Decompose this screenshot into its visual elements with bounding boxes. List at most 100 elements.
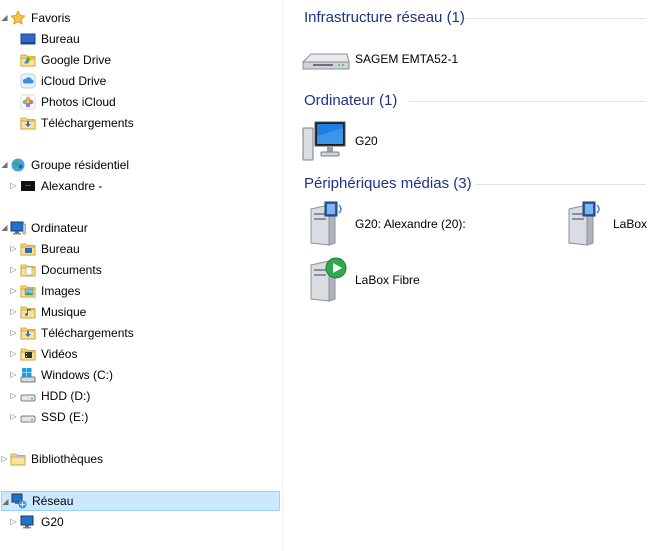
- nav-item-label: Google Drive: [41, 53, 112, 67]
- nav-favoris-google-drive[interactable]: Google Drive: [0, 50, 282, 70]
- collapsed-arrow-icon[interactable]: ▷: [9, 512, 18, 532]
- nav-reseau[interactable]: ◢ Réseau: [1, 491, 280, 511]
- nav-ordinateur-bureau[interactable]: ▷ Bureau: [0, 239, 282, 259]
- expanded-arrow-icon[interactable]: ◢: [0, 218, 9, 238]
- nav-ordinateur-label: Ordinateur: [31, 221, 88, 235]
- collapsed-arrow-icon[interactable]: ▷: [9, 365, 18, 385]
- downloads-folder-icon: [20, 325, 36, 341]
- computer-icon: [20, 515, 34, 529]
- nav-item-label: Musique: [41, 305, 87, 319]
- nav-item-label: Bureau: [41, 32, 80, 46]
- nav-item-label: Téléchargements: [41, 116, 134, 130]
- item-label: G20: [355, 134, 378, 148]
- nav-ordinateur-telechargements[interactable]: ▷ Téléchargements: [0, 323, 282, 343]
- network-item-g20[interactable]: G20: [301, 116, 501, 166]
- media-server-icon: [559, 201, 600, 249]
- nav-item-label: Photos iCloud: [41, 95, 116, 109]
- network-item-sagem[interactable]: SAGEM EMTA52-1: [301, 34, 501, 84]
- nav-ordinateur-musique[interactable]: ▷ Musique: [0, 302, 282, 322]
- nav-ordinateur-ssd-e[interactable]: ▷ SSD (E:): [0, 407, 282, 427]
- collapsed-arrow-icon[interactable]: ▷: [9, 407, 18, 427]
- collapsed-arrow-icon[interactable]: ▷: [9, 239, 18, 259]
- nav-item-label: Images: [41, 284, 81, 298]
- nav-favoris[interactable]: ◢ Favoris: [0, 8, 282, 28]
- nav-favoris-photos-icloud[interactable]: Photos iCloud: [0, 92, 282, 112]
- nav-ordinateur-hdd-d[interactable]: ▷ HDD (D:): [0, 386, 282, 406]
- media-server-icon: [301, 201, 342, 249]
- nav-groupe-residentiel[interactable]: ◢ Groupe résidentiel: [0, 155, 282, 175]
- nav-reseau-label: Réseau: [32, 494, 74, 508]
- navigation-pane: ◢ Favoris Bureau Google Drive iCloud Dri…: [0, 0, 282, 551]
- google-drive-icon: [20, 52, 36, 68]
- nav-item-label: G20: [41, 515, 64, 529]
- pictures-folder-icon: [20, 283, 36, 299]
- star-icon: [10, 10, 26, 25]
- nav-item-label: Windows (C:): [41, 368, 114, 382]
- collapsed-arrow-icon[interactable]: ▷: [9, 386, 18, 406]
- nav-favoris-label: Favoris: [31, 11, 71, 25]
- documents-folder-icon: [20, 262, 36, 278]
- nav-item-label: Alexandre -: [41, 179, 103, 193]
- media-item-g20-alexandre[interactable]: G20: Alexandre (20):: [301, 199, 521, 249]
- desktop-folder-icon: [20, 241, 36, 257]
- computer-icon: [10, 221, 26, 235]
- libraries-icon: [10, 451, 26, 467]
- icloud-drive-icon: [20, 73, 36, 89]
- item-label: LaBox Fibre: [355, 273, 420, 287]
- music-folder-icon: [20, 304, 36, 320]
- nav-item-label: SSD (E:): [41, 410, 89, 424]
- nav-ordinateur-videos[interactable]: ▷ Vidéos: [0, 344, 282, 364]
- nav-favoris-bureau[interactable]: Bureau: [0, 29, 282, 49]
- group-header-ordinateur[interactable]: Ordinateur (1): [304, 89, 397, 113]
- nav-favoris-icloud-drive[interactable]: iCloud Drive: [0, 71, 282, 91]
- nav-ordinateur-images[interactable]: ▷ Images: [0, 281, 282, 301]
- nav-groupe-alexandre[interactable]: ▷ Alexandre -: [0, 176, 282, 196]
- media-item-labox[interactable]: LaBox: [559, 199, 658, 249]
- group-header-infrastructure[interactable]: Infrastructure réseau (1): [304, 6, 465, 30]
- group-divider: [475, 184, 646, 185]
- content-pane: Infrastructure réseau (1) SAGEM EMTA52-1…: [283, 0, 658, 551]
- nav-item-label: Téléchargements: [41, 326, 134, 340]
- nav-ordinateur[interactable]: ◢ Ordinateur: [0, 218, 282, 238]
- hard-drive-icon: [20, 415, 36, 423]
- media-player-icon: [301, 257, 347, 305]
- nav-item-label: Documents: [41, 263, 102, 277]
- collapsed-arrow-icon[interactable]: ▷: [0, 449, 9, 469]
- user-avatar-icon: [21, 181, 35, 191]
- icloud-photos-icon: [20, 94, 36, 110]
- expanded-arrow-icon[interactable]: ◢: [0, 8, 9, 28]
- nav-item-label: Bureau: [41, 242, 80, 256]
- collapsed-arrow-icon[interactable]: ▷: [9, 302, 18, 322]
- collapsed-arrow-icon[interactable]: ▷: [9, 323, 18, 343]
- collapsed-arrow-icon[interactable]: ▷: [9, 344, 18, 364]
- nav-ordinateur-documents[interactable]: ▷ Documents: [0, 260, 282, 280]
- nav-favoris-telechargements[interactable]: Téléchargements: [0, 113, 282, 133]
- nav-bibliotheques[interactable]: ▷ Bibliothèques: [0, 449, 282, 469]
- router-icon: [301, 53, 350, 70]
- collapsed-arrow-icon[interactable]: ▷: [9, 281, 18, 301]
- desktop-icon: [20, 33, 36, 45]
- computer-icon: [302, 121, 346, 161]
- homegroup-icon: [11, 158, 25, 172]
- group-header-peripheriques[interactable]: Périphériques médias (3): [304, 172, 472, 196]
- collapsed-arrow-icon[interactable]: ▷: [9, 260, 18, 280]
- nav-item-label: HDD (D:): [41, 389, 91, 403]
- group-divider: [465, 18, 646, 19]
- downloads-folder-icon: [20, 115, 36, 131]
- nav-reseau-g20[interactable]: ▷ G20: [0, 512, 282, 532]
- expanded-arrow-icon[interactable]: ◢: [0, 155, 9, 175]
- nav-item-label: iCloud Drive: [41, 74, 107, 88]
- nav-bibliotheques-label: Bibliothèques: [31, 452, 104, 466]
- videos-folder-icon: [20, 346, 36, 362]
- hard-drive-icon: [20, 394, 36, 402]
- group-divider: [409, 101, 646, 102]
- item-label: LaBox: [613, 217, 648, 231]
- nav-groupe-label: Groupe résidentiel: [31, 158, 130, 172]
- nav-ordinateur-windows-c[interactable]: ▷ Windows (C:): [0, 365, 282, 385]
- nav-item-label: Vidéos: [41, 347, 78, 361]
- expanded-arrow-icon[interactable]: ◢: [1, 492, 10, 512]
- item-label: SAGEM EMTA52-1: [355, 52, 459, 66]
- windows-drive-icon: [20, 368, 36, 383]
- media-item-labox-fibre[interactable]: LaBox Fibre: [301, 255, 501, 305]
- collapsed-arrow-icon[interactable]: ▷: [9, 176, 18, 196]
